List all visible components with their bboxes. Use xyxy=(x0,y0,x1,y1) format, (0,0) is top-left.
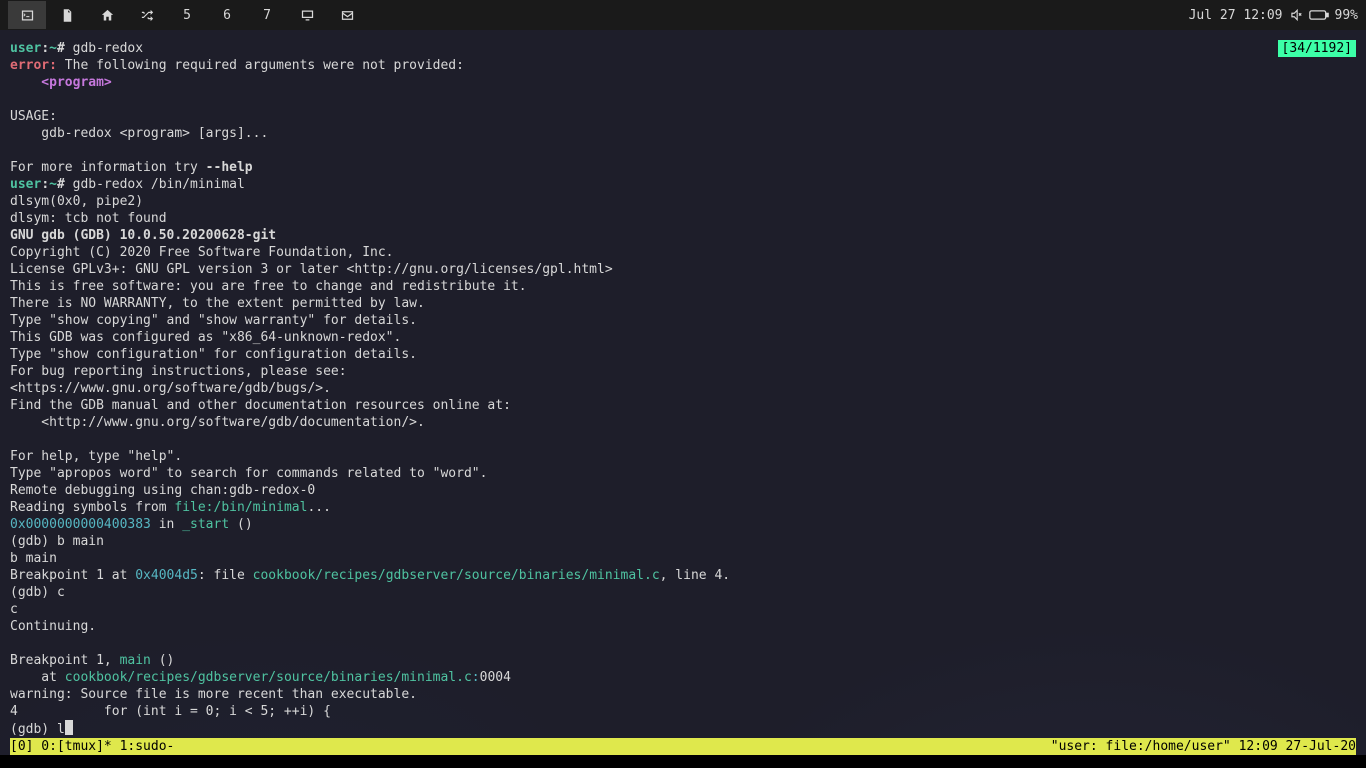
reading-file: file:/bin/minimal xyxy=(174,500,307,515)
prompt-host: ~ xyxy=(49,41,57,56)
output-line: Find the GDB manual and other documentat… xyxy=(10,398,511,413)
bp-hit-post: () xyxy=(151,653,174,668)
shuffle-icon[interactable] xyxy=(128,1,166,29)
start-address: 0x0000000000400383 xyxy=(10,517,151,532)
desktop-taskbar: 5 6 7 Jul 27 12:09 99% xyxy=(0,0,1366,30)
terminal-icon[interactable] xyxy=(8,1,46,29)
output-line: Remote debugging using chan:gdb-redox-0 xyxy=(10,483,315,498)
error-text: The following required arguments were no… xyxy=(57,58,464,73)
terminal-content: user:~# gdb-redox error: The following r… xyxy=(10,40,1356,738)
taskbar-left: 5 6 7 xyxy=(8,1,366,29)
mail-icon[interactable] xyxy=(328,1,366,29)
battery-icon xyxy=(1309,9,1329,21)
prompt-sep: : xyxy=(41,177,49,192)
prompt-hash: # xyxy=(57,41,73,56)
gdb-cmd: b main xyxy=(57,534,104,549)
help-flag: --help xyxy=(206,160,253,175)
output-line: This is free software: you are free to c… xyxy=(10,279,527,294)
at-line: 0004 xyxy=(480,670,511,685)
bp-address: 0x4004d5 xyxy=(135,568,198,583)
home-icon[interactable] xyxy=(88,1,126,29)
output-line: dlsym: tcb not found xyxy=(10,211,167,226)
gdb-cmd: l xyxy=(57,722,65,737)
at-pre: at xyxy=(10,670,65,685)
gdb-echo: c xyxy=(10,602,18,617)
tmux-status-left[interactable]: [0] 0:[tmux]* 1:sudo- xyxy=(10,738,174,755)
clock-label: Jul 27 12:09 xyxy=(1189,8,1283,23)
moreinfo-pre: For more information try xyxy=(10,160,206,175)
gdb-prompt: (gdb) xyxy=(10,722,57,737)
workspace-6[interactable]: 6 xyxy=(208,1,246,29)
bp-hit-pre: Breakpoint 1, xyxy=(10,653,120,668)
source-line: 4 for (int i = 0; i < 5; ++i) { xyxy=(10,704,331,719)
taskbar-right: Jul 27 12:09 99% xyxy=(1189,8,1358,23)
prompt-host: ~ xyxy=(49,177,57,192)
output-line: Type "apropos word" to search for comman… xyxy=(10,466,487,481)
desktop-background xyxy=(0,755,1366,768)
gdb-echo: b main xyxy=(10,551,57,566)
output-line: Type "show copying" and "show warranty" … xyxy=(10,313,417,328)
at-file: cookbook/recipes/gdbserver/source/binari… xyxy=(65,670,472,685)
monitor-icon[interactable] xyxy=(288,1,326,29)
terminal-window[interactable]: [34/1192] user:~# gdb-redox error: The f… xyxy=(0,30,1366,755)
prompt-sep: : xyxy=(41,41,49,56)
tmux-status-bar: [0] 0:[tmux]* 1:sudo- "user: file:/home/… xyxy=(10,738,1356,755)
output-line: Type "show configuration" for configurat… xyxy=(10,347,417,362)
output-line: This GDB was configured as "x86_64-unkno… xyxy=(10,330,401,345)
output-line: warning: Source file is more recent than… xyxy=(10,687,417,702)
prompt-user: user xyxy=(10,41,41,56)
cmd: gdb-redox /bin/minimal xyxy=(73,177,245,192)
reading-post: ... xyxy=(307,500,330,515)
bp-hit-symbol: main xyxy=(120,653,151,668)
parens: () xyxy=(229,517,252,532)
output-line: Copyright (C) 2020 Free Software Foundat… xyxy=(10,245,394,260)
in-text: in xyxy=(151,517,182,532)
prompt-hash: # xyxy=(57,177,73,192)
cursor-icon xyxy=(65,720,73,735)
at-colon: : xyxy=(472,670,480,685)
bp-post: , line 4. xyxy=(660,568,730,583)
usage-header: USAGE: xyxy=(10,109,57,124)
start-symbol: _start xyxy=(182,517,229,532)
output-line: <http://www.gnu.org/software/gdb/documen… xyxy=(10,415,425,430)
gdb-prompt: (gdb) xyxy=(10,534,57,549)
workspace-7[interactable]: 7 xyxy=(248,1,286,29)
output-line: Continuing. xyxy=(10,619,96,634)
error-label: error: xyxy=(10,58,57,73)
battery-label: 99% xyxy=(1335,8,1358,23)
workspace-5[interactable]: 5 xyxy=(168,1,206,29)
cmd: gdb-redox xyxy=(73,41,143,56)
output-line: <https://www.gnu.org/software/gdb/bugs/>… xyxy=(10,381,331,396)
output-line: There is NO WARRANTY, to the extent perm… xyxy=(10,296,425,311)
reading-pre: Reading symbols from xyxy=(10,500,174,515)
bp-mid: : file xyxy=(198,568,253,583)
output-line: For bug reporting instructions, please s… xyxy=(10,364,347,379)
output-line: For help, type "help". xyxy=(10,449,182,464)
gdb-banner: GNU gdb (GDB) 10.0.50.20200628-git xyxy=(10,228,276,243)
gdb-cmd: c xyxy=(57,585,65,600)
file-icon[interactable] xyxy=(48,1,86,29)
tmux-status-right: "user: file:/home/user" 12:09 27-Jul-20 xyxy=(1051,738,1356,755)
bp-file: cookbook/recipes/gdbserver/source/binari… xyxy=(253,568,660,583)
gdb-prompt: (gdb) xyxy=(10,585,57,600)
bp-pre: Breakpoint 1 at xyxy=(10,568,135,583)
prompt-user: user xyxy=(10,177,41,192)
output-line: dlsym(0x0, pipe2) xyxy=(10,194,143,209)
missing-arg: <program> xyxy=(10,75,112,90)
usage-line: gdb-redox <program> [args]... xyxy=(10,126,268,141)
volume-icon[interactable] xyxy=(1289,8,1303,22)
output-line: License GPLv3+: GNU GPL version 3 or lat… xyxy=(10,262,613,277)
